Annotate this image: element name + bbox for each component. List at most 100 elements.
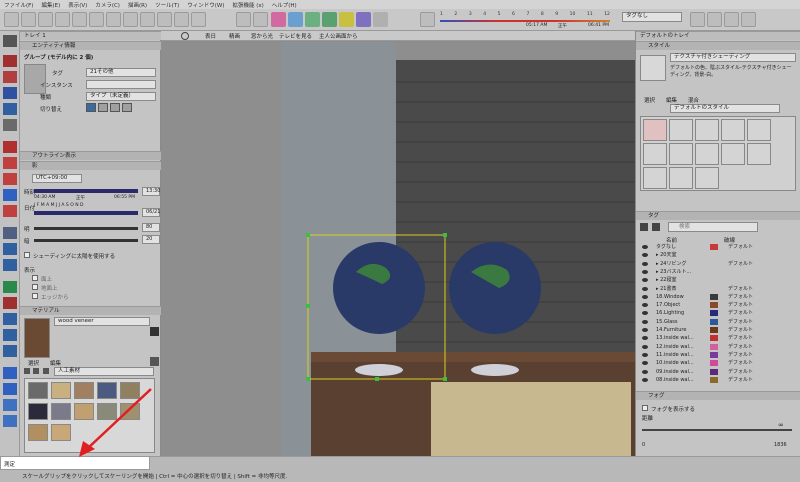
style-thumbnail[interactable]: [669, 119, 693, 141]
material-swatch[interactable]: [51, 424, 71, 441]
date-value[interactable]: 06/21: [142, 208, 160, 217]
line-icon[interactable]: [3, 87, 17, 99]
style-thumbnail[interactable]: [721, 119, 745, 141]
menu-item[interactable]: 表示(V): [68, 1, 87, 9]
light-slider[interactable]: [34, 227, 138, 230]
tag-color-swatch[interactable]: [710, 360, 718, 367]
tag-row[interactable]: 17.Object デフォルト: [640, 301, 796, 309]
tag-search-input[interactable]: 検索: [668, 222, 758, 232]
menu-item[interactable]: 編集(E): [41, 1, 60, 9]
tag-visibility-eye-icon[interactable]: [642, 286, 648, 291]
style-collection-dropdown[interactable]: デフォルトのスタイル: [670, 104, 780, 113]
select-arrow-icon[interactable]: [3, 35, 17, 47]
material-tab-edit[interactable]: 編集: [50, 359, 61, 367]
menu-item[interactable]: カメラ(C): [95, 1, 120, 9]
back-icon[interactable]: [24, 368, 30, 374]
tag-row[interactable]: ▸ 21書斎 デフォルト: [640, 285, 796, 293]
tag-color-swatch[interactable]: [710, 368, 718, 375]
tag-visibility-eye-icon[interactable]: [642, 336, 648, 341]
tag-color-swatch[interactable]: [710, 343, 718, 350]
time-value[interactable]: 13:30: [142, 187, 160, 196]
offset-icon[interactable]: [3, 205, 17, 217]
material-swatch[interactable]: [28, 403, 48, 420]
light-value[interactable]: 80: [142, 223, 160, 232]
push-pull-icon[interactable]: [3, 141, 17, 153]
tag-row[interactable]: タグなし デフォルト: [640, 243, 796, 251]
tag-row[interactable]: 16.Lighting デフォルト: [640, 309, 796, 317]
tag-color-swatch[interactable]: [710, 335, 718, 342]
tag-row[interactable]: 14.Furniture デフォルト: [640, 326, 796, 334]
style-thumbnail[interactable]: [695, 167, 719, 189]
on-ground-checkbox[interactable]: [32, 284, 38, 290]
tag-row[interactable]: 13.inside wal... デフォルト: [640, 334, 796, 342]
tag-row[interactable]: ▸ 24リビング デフォルト: [640, 260, 796, 268]
tag-visibility-eye-icon[interactable]: [642, 369, 648, 374]
orbit-icon[interactable]: [3, 281, 17, 293]
shadow-cast-icon[interactable]: [110, 103, 120, 112]
style-tab-select[interactable]: 選択: [644, 96, 655, 104]
components-icon[interactable]: [724, 12, 739, 27]
style-thumbnail[interactable]: [695, 119, 719, 141]
style-name-field[interactable]: テクスチャ付きシェーディング: [670, 53, 796, 62]
shadow-receive-icon[interactable]: [122, 103, 132, 112]
style-back-edges-icon[interactable]: [288, 12, 303, 27]
redo-icon[interactable]: [140, 12, 155, 27]
visibility-eye-icon[interactable]: [86, 103, 96, 112]
group-icon[interactable]: [3, 399, 17, 411]
scene-tab[interactable]: 主人公画面から: [319, 32, 358, 40]
instance-field[interactable]: [86, 80, 156, 89]
tag-visibility-eye-icon[interactable]: [642, 245, 648, 249]
material-swatch[interactable]: [28, 424, 48, 441]
shadow-toggle-icon[interactable]: [420, 12, 435, 27]
material-swatch[interactable]: [51, 403, 71, 420]
style-thumbnail[interactable]: [747, 143, 771, 165]
material-swatch[interactable]: [28, 382, 48, 399]
tag-row[interactable]: ▸ 22寝室: [640, 276, 796, 284]
dimension-icon[interactable]: [3, 243, 17, 255]
style-thumbnail[interactable]: [643, 167, 667, 189]
tag-row[interactable]: 15.Glass デフォルト: [640, 318, 796, 326]
undo-icon[interactable]: [123, 12, 138, 27]
tag-color-swatch[interactable]: [710, 376, 718, 383]
menu-item[interactable]: ヘルプ(H): [272, 1, 297, 9]
lock-icon[interactable]: [98, 103, 108, 112]
style-thumbnail[interactable]: [695, 143, 719, 165]
scene-tab[interactable]: 表日: [205, 32, 216, 40]
scene-tab[interactable]: 精画: [229, 32, 240, 40]
tag-row[interactable]: 12.inside wal... デフォルト: [640, 343, 796, 351]
select-tool-icon[interactable]: [4, 12, 19, 27]
show-fog-checkbox[interactable]: [642, 405, 648, 411]
style-shaded-icon[interactable]: [339, 12, 354, 27]
tags-header[interactable]: タグ: [636, 211, 800, 220]
tape-measure-icon[interactable]: [3, 227, 17, 239]
style-thumbnail[interactable]: [643, 143, 667, 165]
menu-item[interactable]: 描画(R): [128, 1, 147, 9]
save-icon[interactable]: [38, 12, 53, 27]
zoom-extents-icon[interactable]: [3, 329, 17, 341]
style-thumbnail[interactable]: [747, 119, 771, 141]
add-folder-icon[interactable]: [652, 223, 660, 231]
sandbox-icon[interactable]: [236, 12, 251, 27]
date-slider[interactable]: [34, 211, 138, 215]
tag-row[interactable]: 11.inside wal... デフォルト: [640, 351, 796, 359]
tag-visibility-eye-icon[interactable]: [642, 361, 648, 366]
from-edges-checkbox[interactable]: [32, 293, 38, 299]
tag-visibility-eye-icon[interactable]: [642, 377, 648, 382]
fog-header[interactable]: フォグ: [636, 391, 800, 400]
tag-row[interactable]: 18.Window デフォルト: [640, 293, 796, 301]
tag-visibility-eye-icon[interactable]: [642, 352, 648, 357]
material-header[interactable]: マテリアル: [20, 306, 161, 315]
tag-row[interactable]: 09.inside wal... デフォルト: [640, 368, 796, 376]
fog-distance-slider[interactable]: [642, 429, 792, 431]
walk-icon[interactable]: [690, 12, 705, 27]
style-thumbnail[interactable]: [669, 143, 693, 165]
menu-item[interactable]: ウィンドウ(W): [187, 1, 224, 9]
on-faces-checkbox[interactable]: [32, 275, 38, 281]
tag-color-swatch[interactable]: [710, 293, 718, 300]
tag-row[interactable]: 08.inside wal... デフォルト: [640, 376, 796, 384]
tag-visibility-eye-icon[interactable]: [642, 303, 648, 308]
style-xray-icon[interactable]: [271, 12, 286, 27]
outline-header[interactable]: アウトライン表示: [20, 151, 161, 160]
tag-visibility-eye-icon[interactable]: [642, 311, 648, 316]
tag-color-swatch[interactable]: [710, 351, 718, 358]
